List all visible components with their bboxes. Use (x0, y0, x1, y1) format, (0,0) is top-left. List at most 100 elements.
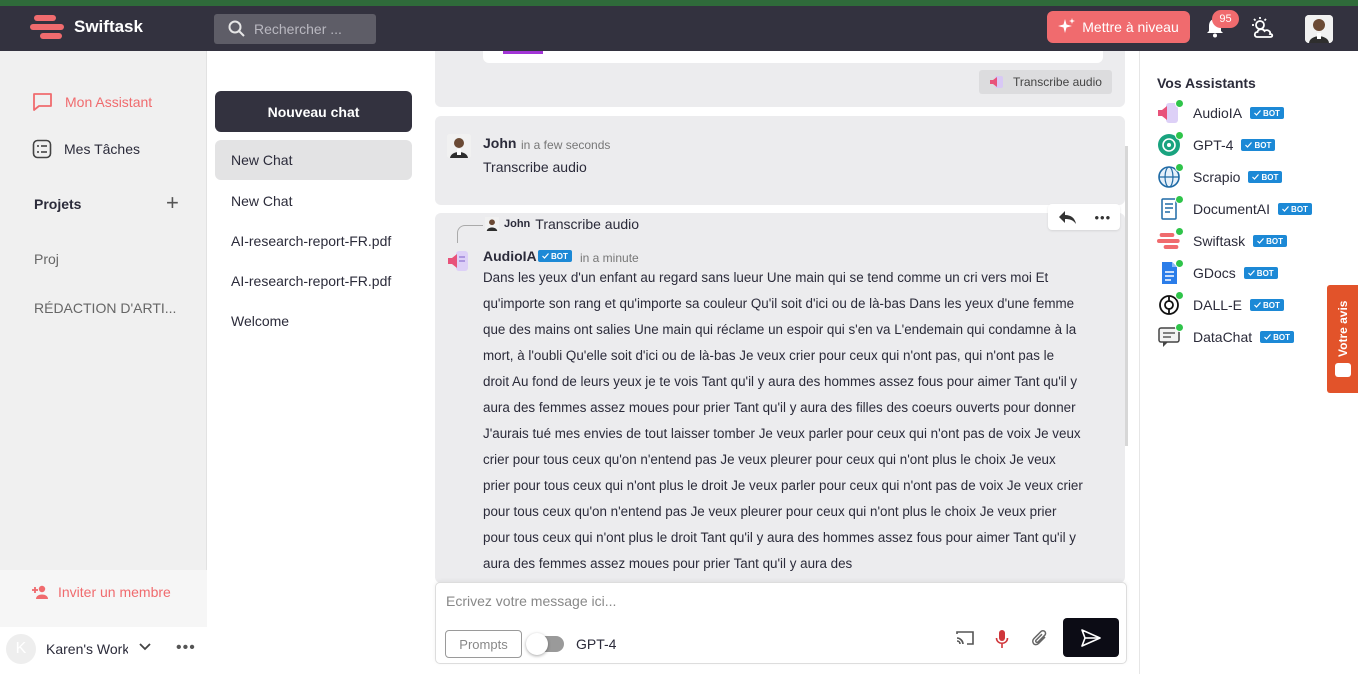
document-scan-icon (1157, 195, 1184, 221)
workspace-avatar: K (6, 634, 36, 664)
audio-bot-icon (1157, 99, 1184, 125)
top-bar: Swiftask Rechercher ... Mettre à niveau … (0, 6, 1358, 51)
assistants-panel: Vos Assistants AudioIA BOT GPT-4 BOT Scr… (1139, 51, 1358, 674)
more-options-icon[interactable]: ••• (176, 639, 196, 657)
invite-member-button[interactable]: Inviter un membre (32, 584, 171, 600)
assistant-item-scrapio[interactable]: Scrapio BOT (1157, 163, 1283, 189)
online-status-dot (1175, 291, 1184, 300)
reply-to-text: Transcribe audio (535, 216, 640, 232)
new-chat-button[interactable]: Nouveau chat (215, 91, 412, 132)
transcribe-audio-pill[interactable]: Transcribe audio (979, 70, 1112, 94)
more-options-icon[interactable]: ••• (1095, 210, 1112, 225)
user-message-author: John (483, 135, 517, 151)
nav-mes-taches-label: Mes Tâches (64, 141, 140, 157)
bot-badge: BOT (538, 250, 572, 262)
assistant-name: Scrapio (1193, 169, 1241, 185)
user-message-time: in a few seconds (521, 138, 611, 152)
left-sidebar: Mon Assistant Mes Tâches Projets + Proj … (0, 51, 207, 674)
assistant-item-dalle[interactable]: DALL-E BOT (1157, 291, 1284, 317)
nav-mon-assistant-label: Mon Assistant (65, 94, 153, 110)
toggle-knob (526, 633, 548, 655)
chat-list-item[interactable]: New Chat (215, 140, 412, 180)
message-actions: ••• (1048, 204, 1120, 230)
assistant-item-gdocs[interactable]: GDocs BOT (1157, 259, 1278, 285)
model-toggle[interactable] (526, 633, 564, 655)
bot-badge: BOT (1253, 235, 1288, 247)
chat-list-panel: Nouveau chat New Chat New Chat AI-resear… (207, 51, 421, 674)
openai-icon (1157, 131, 1184, 157)
app-logo[interactable]: Swiftask (30, 12, 143, 42)
microphone-button[interactable] (995, 629, 1009, 654)
assistant-name: DocumentAI (1193, 201, 1271, 217)
notifications-count-badge: 95 (1212, 10, 1239, 28)
previous-message-card: Transcribe audio (435, 51, 1125, 107)
feedback-tab[interactable]: Votre avis (1327, 285, 1358, 393)
bot-badge: BOT (1278, 203, 1312, 215)
user-message-card: John in a few seconds Transcribe audio (435, 116, 1125, 205)
message-input[interactable]: Ecrivez votre message ici... (446, 593, 616, 609)
search-icon (228, 20, 245, 37)
reply-to-name: John (504, 218, 531, 230)
user-portrait-icon (1305, 15, 1333, 43)
paperclip-icon (1032, 630, 1047, 646)
sun-cloud-icon (1252, 17, 1274, 38)
conversation-area: Transcribe audio John in a few seconds T… (421, 51, 1139, 674)
assistant-item-datachat[interactable]: DataChat BOT (1157, 323, 1295, 349)
online-status-dot (1175, 195, 1184, 204)
chat-list-item[interactable]: New Chat (215, 181, 412, 221)
assistant-name: GPT-4 (1193, 137, 1234, 153)
workspace-switcher[interactable]: K Karen's Work ••• (0, 627, 207, 674)
assistant-item-audioia[interactable]: AudioIA BOT (1157, 99, 1284, 125)
cast-button[interactable] (955, 629, 975, 652)
online-status-dot (1175, 99, 1184, 108)
ai-message-time: in a minute (580, 251, 639, 265)
microphone-icon (995, 630, 1009, 648)
sparkle-icon (1058, 18, 1076, 33)
feedback-label: Votre avis (1336, 300, 1350, 357)
nav-mes-taches[interactable]: Mes Tâches (32, 139, 140, 159)
add-project-plus-icon[interactable]: + (166, 192, 179, 214)
swiftask-logo-icon (30, 15, 64, 39)
upgrade-button[interactable]: Mettre à niveau (1047, 11, 1190, 43)
audio-bot-icon (990, 76, 1003, 88)
user-message-avatar (447, 134, 471, 158)
chevron-down-icon[interactable] (138, 639, 152, 658)
user-avatar[interactable] (1305, 15, 1333, 43)
assistant-item-swiftask[interactable]: Swiftask BOT (1157, 227, 1288, 253)
chat-list-item[interactable]: AI-research-report-FR.pdf (215, 261, 412, 301)
assistant-item-documentai[interactable]: DocumentAI BOT (1157, 195, 1312, 221)
bot-badge: BOT (1250, 107, 1284, 119)
audio-bot-icon (448, 251, 468, 271)
app-name: Swiftask (74, 17, 143, 36)
search-input[interactable]: Rechercher ... (214, 14, 376, 44)
reply-arrow-icon[interactable] (1057, 209, 1077, 225)
chat-list-item[interactable]: AI-research-report-FR.pdf (215, 221, 412, 261)
online-status-dot (1175, 323, 1184, 332)
nav-mon-assistant[interactable]: Mon Assistant (32, 92, 152, 112)
add-user-icon (32, 585, 48, 599)
bot-badge: BOT (1260, 331, 1295, 343)
globe-icon (1157, 163, 1184, 189)
conversation-scrollbar[interactable] (1125, 146, 1128, 446)
sidebar-footer: Inviter un membre K Karen's Work ••• (0, 570, 207, 674)
ai-message-text: Dans les yeux d'un enfant au regard sans… (483, 270, 1083, 571)
check-icon (542, 253, 549, 259)
message-composer: Ecrivez votre message ici... Prompts GPT… (435, 582, 1127, 664)
attach-button[interactable] (1031, 629, 1049, 654)
openai-knot-icon (1157, 291, 1184, 317)
bot-badge: BOT (1241, 139, 1276, 151)
bot-badge: BOT (1250, 299, 1284, 311)
chat-bubble-icon (33, 93, 52, 111)
assistant-name: GDocs (1193, 265, 1236, 281)
previous-message-content (483, 51, 1103, 63)
chat-list-item[interactable]: Welcome (215, 301, 412, 341)
online-status-dot (1175, 131, 1184, 140)
upgrade-label: Mettre à niveau (1082, 19, 1179, 35)
reply-user-avatar (485, 217, 499, 231)
assistant-item-gpt4[interactable]: GPT-4 BOT (1157, 131, 1276, 157)
project-item[interactable]: RÉDACTION D'ARTI... (34, 300, 176, 316)
project-item[interactable]: Proj (34, 251, 59, 267)
weather-theme-button[interactable] (1250, 16, 1276, 45)
send-button[interactable] (1063, 618, 1119, 657)
prompts-button[interactable]: Prompts (445, 630, 522, 658)
